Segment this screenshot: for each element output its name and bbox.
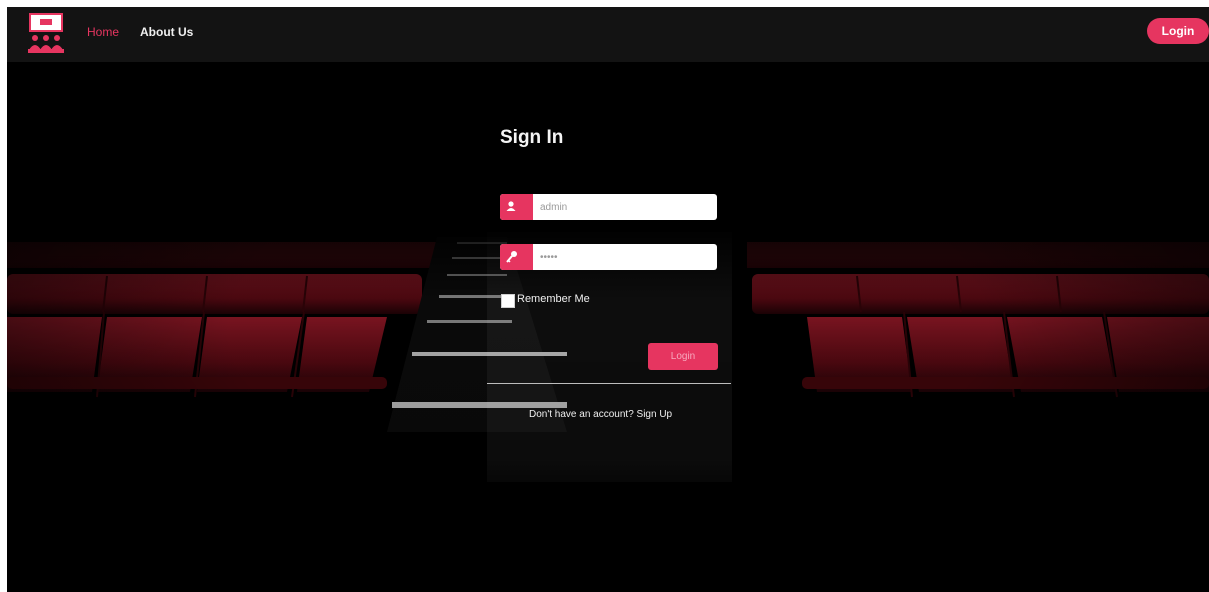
remember-me-label: Remember Me	[517, 293, 590, 305]
password-field[interactable]	[500, 244, 717, 270]
top-navbar: Home About Us Login	[7, 7, 1209, 62]
login-submit-button[interactable]: Login	[648, 343, 718, 370]
cinema-logo-icon[interactable]	[26, 12, 66, 56]
signup-link[interactable]: Don't have an account? Sign Up	[529, 409, 672, 420]
signin-title: Sign In	[500, 127, 564, 148]
key-icon	[500, 244, 533, 270]
app-frame: Home About Us Login Sign In Remember Me …	[7, 7, 1209, 592]
remember-me-checkbox[interactable]	[501, 294, 515, 308]
username-input[interactable]	[540, 197, 710, 217]
form-divider	[487, 383, 731, 384]
nav-home-link[interactable]: Home	[87, 25, 119, 39]
username-field[interactable]	[500, 194, 717, 220]
cinema-seats-background	[7, 62, 1209, 592]
user-icon	[500, 194, 533, 220]
nav-login-button[interactable]: Login	[1147, 18, 1209, 44]
nav-about-link[interactable]: About Us	[140, 25, 193, 39]
password-input[interactable]	[540, 247, 710, 267]
